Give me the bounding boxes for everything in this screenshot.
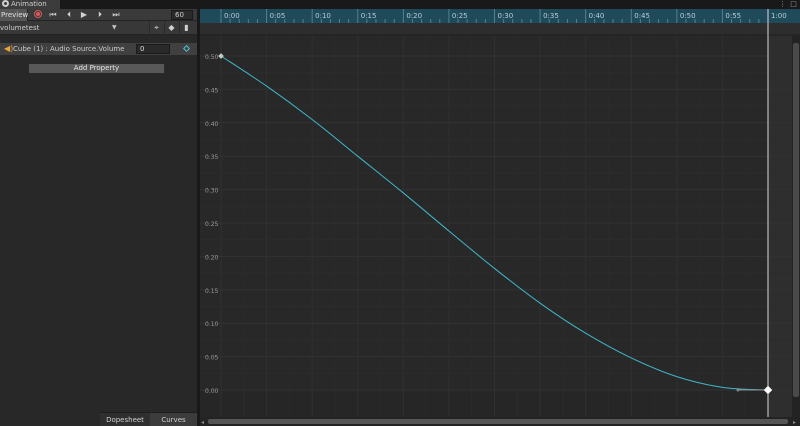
maximize-icon[interactable]: □ xyxy=(789,0,798,9)
window-tab-bar: Animation ⋮ □ xyxy=(0,0,800,9)
keyframe-diamond-icon[interactable] xyxy=(182,44,191,53)
animation-icon xyxy=(2,0,9,7)
y-tick-label: 0.50 xyxy=(205,54,219,61)
tab-curves[interactable]: Curves xyxy=(150,412,197,426)
clip-toolbar: volumetest ▼ ⌖ ◆ ▮ xyxy=(0,21,197,35)
animation-tab[interactable]: Animation xyxy=(0,0,60,9)
ruler-label: 0:00 xyxy=(224,12,240,20)
add-keyframe-button[interactable]: ◆ xyxy=(164,21,178,35)
audio-source-icon: ◀) xyxy=(4,44,14,53)
tab-title: Animation xyxy=(11,0,47,8)
curve-graph[interactable]: 0:00 0:05 0:10 0:15 0:20 0:25 0:30 0:35 0:40 0:45… xyxy=(200,9,800,426)
event-ruler[interactable] xyxy=(200,23,800,35)
record-icon xyxy=(34,10,42,18)
y-tick-label: 0.00 xyxy=(205,388,219,395)
y-tick-label: 0.15 xyxy=(205,288,219,295)
ruler-label: 0:20 xyxy=(406,12,422,20)
ruler-label: 0:15 xyxy=(361,12,377,20)
filter-key-icon[interactable]: ⌖ xyxy=(149,21,163,35)
preview-button[interactable]: Preview xyxy=(0,9,28,21)
property-value-input[interactable]: 0 xyxy=(136,44,170,54)
ruler-label: 0:05 xyxy=(270,12,286,20)
ruler-label: 0:45 xyxy=(634,12,650,20)
property-label: Cube (1) : Audio Source.Volume xyxy=(13,45,125,53)
prev-key-button[interactable]: ⏴ xyxy=(61,9,77,21)
ruler-label: 0:30 xyxy=(498,12,514,20)
chevron-down-icon[interactable]: ▼ xyxy=(112,21,120,35)
ruler-label: 0:40 xyxy=(589,12,605,20)
playback-toolbar: Preview ⏮ ⏴ ▶ ⏵ ⏭ 60 xyxy=(0,9,197,21)
add-event-button[interactable]: ▮ xyxy=(179,21,193,35)
ruler-label: 0:10 xyxy=(315,12,331,20)
y-tick-label: 0.30 xyxy=(205,188,219,195)
graph-background xyxy=(200,9,800,426)
y-tick-label: 0.35 xyxy=(205,154,219,161)
curve-editor[interactable]: 0:00 0:05 0:10 0:15 0:20 0:25 0:30 0:35 0:40 0:45… xyxy=(200,9,800,426)
y-tick-label: 0.10 xyxy=(205,321,219,328)
scroll-left-icon[interactable]: ◂ xyxy=(201,419,204,426)
ruler-label: 0:35 xyxy=(543,12,559,20)
ruler-label: 0:50 xyxy=(680,12,696,20)
y-tick-label: 0.05 xyxy=(205,355,219,362)
clip-select[interactable]: volumetest xyxy=(0,21,121,35)
last-key-button[interactable]: ⏭ xyxy=(108,9,124,21)
tab-dopesheet[interactable]: Dopesheet xyxy=(100,412,150,426)
h-scrollbar-thumb[interactable] xyxy=(208,419,788,424)
scroll-right-icon[interactable]: ▸ xyxy=(793,419,796,426)
tangent-handle[interactable] xyxy=(736,388,740,392)
y-tick-label: 0.25 xyxy=(205,221,219,228)
ruler-label: 0:55 xyxy=(725,12,741,20)
frame-input[interactable]: 60 xyxy=(171,10,193,20)
v-scrollbar-thumb[interactable] xyxy=(793,43,799,397)
first-key-button[interactable]: ⏮ xyxy=(45,9,61,21)
property-panel: Preview ⏮ ⏴ ▶ ⏵ ⏭ 60 volumetest ▼ ⌖ ◆ ▮ … xyxy=(0,9,197,426)
ruler-label: 1:00 xyxy=(771,12,787,20)
view-mode-tabs: Dopesheet Curves xyxy=(0,412,197,426)
record-button[interactable] xyxy=(30,9,46,21)
below-zero-area xyxy=(200,390,768,417)
next-key-button[interactable]: ⏵ xyxy=(92,9,108,21)
play-button[interactable]: ▶ xyxy=(76,9,92,21)
property-row[interactable]: ◀) Cube (1) : Audio Source.Volume 0 xyxy=(0,43,197,55)
y-tick-label: 0.45 xyxy=(205,87,219,94)
y-tick-label: 0.40 xyxy=(205,121,219,128)
y-tick-label: 0.20 xyxy=(205,254,219,261)
more-options-icon[interactable]: ⋮ xyxy=(778,0,787,9)
ruler-label: 0:25 xyxy=(452,12,468,20)
add-property-button[interactable]: Add Property xyxy=(28,63,165,74)
